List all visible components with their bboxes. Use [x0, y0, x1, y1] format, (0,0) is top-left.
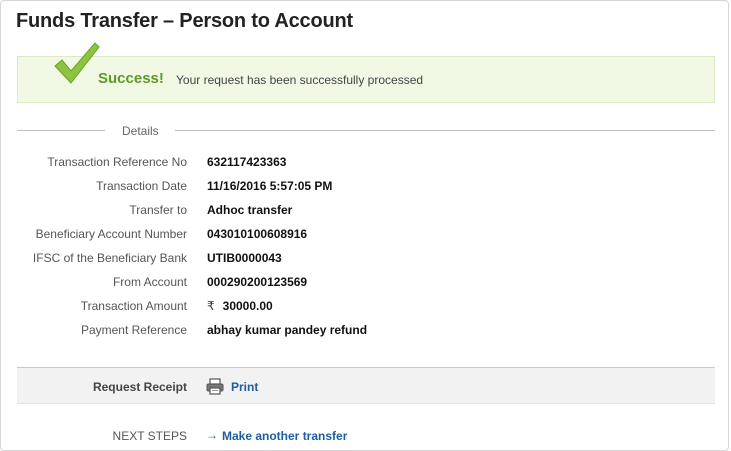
- detail-label: Transaction Reference No: [47, 155, 187, 169]
- page-title: Funds Transfer – Person to Account: [16, 10, 353, 32]
- rupee-icon: ₹: [207, 299, 215, 313]
- detail-value: Adhoc transfer: [207, 203, 293, 217]
- success-message: Your request has been successfully proce…: [176, 73, 424, 87]
- print-link[interactable]: Print: [231, 380, 258, 394]
- detail-label: From Account: [112, 275, 187, 289]
- detail-row-date: Transaction Date 11/16/2016 5:57:05 PM: [0, 179, 731, 199]
- success-heading: Success!: [98, 70, 164, 87]
- details-section-label: Details: [122, 124, 159, 138]
- details-divider-right: [175, 130, 715, 131]
- detail-label: Transaction Date: [96, 179, 187, 193]
- detail-value: 11/16/2016 5:57:05 PM: [207, 179, 333, 193]
- detail-value: abhay kumar pandey refund: [207, 323, 368, 337]
- detail-row-from-account: From Account 000290200123569: [0, 275, 731, 295]
- detail-label: Transaction Amount: [80, 299, 187, 313]
- detail-value: UTIB0000043: [207, 251, 282, 265]
- detail-value: 632117423363: [207, 155, 287, 169]
- detail-label: Beneficiary Account Number: [35, 227, 187, 241]
- detail-value: 043010100608916: [207, 227, 308, 241]
- amount-value: 30000.00: [222, 299, 273, 313]
- detail-row-reference: Transaction Reference No 632117423363: [0, 155, 731, 175]
- next-steps-label: NEXT STEPS: [112, 429, 187, 443]
- detail-label: Transfer to: [129, 203, 187, 217]
- detail-value: 000290200123569: [207, 275, 308, 289]
- detail-label: IFSC of the Beneficiary Bank: [32, 251, 187, 265]
- printer-icon[interactable]: [206, 378, 224, 395]
- detail-row-beneficiary-account: Beneficiary Account Number 0430101006089…: [0, 227, 731, 247]
- checkmark-icon: [54, 42, 100, 84]
- detail-label: Payment Reference: [80, 323, 187, 337]
- arrow-right-icon[interactable]: →: [206, 428, 218, 442]
- detail-row-ifsc: IFSC of the Beneficiary Bank UTIB0000043: [0, 251, 731, 271]
- detail-row-amount: Transaction Amount ₹30000.00: [0, 299, 731, 319]
- detail-value: ₹30000.00: [207, 299, 273, 313]
- make-another-transfer-link[interactable]: Make another transfer: [222, 429, 347, 443]
- details-divider-left: [17, 130, 105, 131]
- request-receipt-label: Request Receipt: [92, 380, 187, 394]
- detail-row-payment-reference: Payment Reference abhay kumar pandey ref…: [0, 323, 731, 343]
- detail-row-transfer-to: Transfer to Adhoc transfer: [0, 203, 731, 223]
